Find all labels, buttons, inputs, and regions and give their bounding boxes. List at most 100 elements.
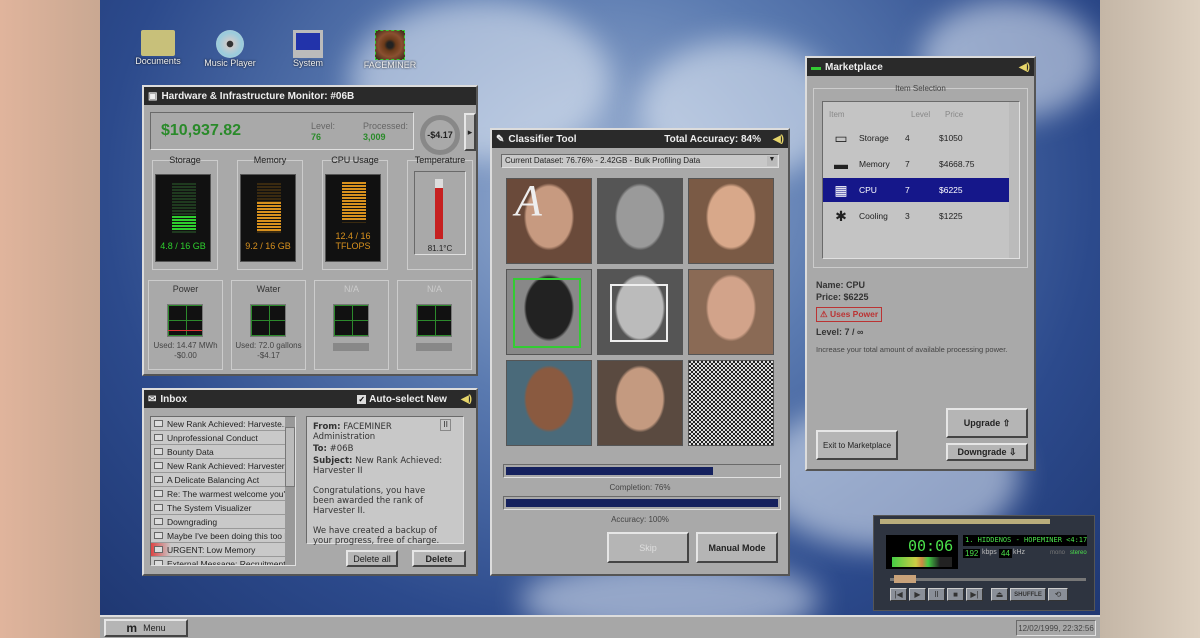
desktop-icon-faceminer[interactable]: FACEMINER	[362, 30, 418, 70]
face-image[interactable]	[597, 178, 683, 264]
face-image[interactable]	[506, 269, 592, 355]
face-image[interactable]	[506, 360, 592, 446]
usage-graph	[250, 304, 286, 337]
previous-icon[interactable]: |◀	[890, 588, 907, 601]
seek-bar[interactable]	[890, 575, 1086, 583]
scrollbar[interactable]	[1009, 102, 1019, 258]
message-item[interactable]: Bounty Data	[151, 445, 295, 459]
message-item[interactable]: New Rank Achieved: Harvester I	[151, 459, 295, 473]
stop-icon[interactable]: ■	[947, 588, 964, 601]
title-bar[interactable]: ✉ Inbox ✓ Auto-select New ◀)	[144, 390, 476, 408]
desktop-icon-music-player[interactable]: Music Player	[202, 30, 258, 68]
message-item[interactable]: URGENT: Low Memory	[151, 543, 295, 557]
title-bar[interactable]: ▬ Marketplace ◀)	[807, 58, 1034, 76]
utility-panel-3: N/A	[397, 280, 472, 370]
face-image[interactable]	[597, 360, 683, 446]
inbox-window: ✉ Inbox ✓ Auto-select New ◀) New Rank Achi…	[142, 388, 478, 576]
speaker-icon[interactable]: ◀)	[461, 394, 472, 405]
next-icon[interactable]: ▶|	[966, 588, 983, 601]
ram-icon: ▬	[834, 156, 848, 172]
sample-rate: 44	[999, 549, 1012, 558]
monitor-bezel-right	[1100, 0, 1200, 638]
item-list: Item Level Price ▭ Storage 4 $1050 ▬ Memo…	[822, 101, 1020, 259]
envelope-icon	[154, 518, 163, 525]
desktop-icon-system[interactable]: System	[280, 30, 336, 68]
speaker-icon[interactable]: ◀)	[1019, 62, 1030, 73]
balance: $10,937.82	[161, 122, 242, 139]
title-bar[interactable]: ▣ Hardware & Infrastructure Monitor: #06B	[144, 87, 476, 105]
shuffle-button[interactable]: SHUFFLE	[1010, 588, 1046, 601]
marketplace-window: ▬ Marketplace ◀) Item Selection Item Level…	[805, 56, 1036, 471]
ram-icon: ▬	[811, 61, 821, 73]
market-item-memory[interactable]: ▬ Memory 7 $4668.75	[823, 152, 1011, 176]
level-label: Level:	[311, 121, 336, 131]
delete-all-button[interactable]: Delete all	[346, 550, 398, 567]
taskbar: m Menu 12/02/1999, 22:32:56	[100, 615, 1100, 638]
market-item-cpu[interactable]: ▦ CPU 7 $6225	[823, 178, 1011, 202]
play-icon[interactable]: ▶	[909, 588, 926, 601]
delete-button[interactable]: Delete	[412, 550, 466, 567]
pause-icon[interactable]: II	[928, 588, 945, 601]
message-item[interactable]: New Rank Achieved: Harveste...	[151, 417, 295, 431]
envelope-icon	[154, 504, 163, 511]
chevron-down-icon: ▼	[767, 156, 777, 166]
message-item[interactable]: Unprofessional Conduct	[151, 431, 295, 445]
drive-icon: ▭	[834, 129, 848, 146]
message-item[interactable]: External Message: Recruitment	[151, 557, 295, 565]
message-item[interactable]: Re: The warmest welcome you'r...	[151, 487, 295, 501]
utility-panel-2: N/A	[314, 280, 389, 370]
manual-mode-button[interactable]: Manual Mode	[696, 532, 778, 563]
clock: 12/02/1999, 22:32:56	[1016, 620, 1096, 636]
total-accuracy: Total Accuracy: 84%	[664, 133, 761, 145]
eye-icon	[375, 30, 405, 60]
envelope-icon	[154, 434, 163, 441]
temperature-label: Temperature	[414, 155, 466, 165]
accuracy-label: Accuracy: 100%	[611, 515, 669, 524]
player-title-bar[interactable]	[880, 519, 1050, 524]
pause-icon[interactable]: II	[440, 419, 451, 431]
message-item[interactable]: Downgrading	[151, 515, 295, 529]
dataset-select[interactable]: Current Dataset: 76.76% - 2.42GB - Bulk …	[501, 154, 779, 168]
memory-gauge: 9.2 / 16 GB	[240, 174, 296, 262]
level-value: 76	[311, 132, 322, 142]
transport-controls: |◀ ▶ II ■ ▶| ⏏ SHUFFLE ⟲	[890, 588, 1068, 601]
message-item[interactable]: The System Visualizer	[151, 501, 295, 515]
upgrade-button[interactable]: Upgrade ⇧	[946, 408, 1028, 438]
message-item[interactable]: Maybe I've been doing this too l...	[151, 529, 295, 543]
scrollbar[interactable]	[285, 417, 295, 565]
market-item-storage[interactable]: ▭ Storage 4 $1050	[823, 126, 1011, 150]
speaker-icon[interactable]: ◀)	[773, 134, 784, 145]
uses-power-badge: ⚠ Uses Power	[816, 307, 883, 322]
eject-icon[interactable]: ⏏	[991, 588, 1008, 601]
face-image[interactable]: A	[506, 176, 592, 264]
downgrade-button[interactable]: Downgrade ⇩	[946, 443, 1028, 461]
classifier-window: ✎ Classifier Tool Total Accuracy: 84% ◀) C…	[490, 128, 790, 576]
section-label: Item Selection	[895, 84, 946, 93]
auto-select-checkbox[interactable]: ✓ Auto-select New	[357, 394, 447, 405]
gauge-fill	[342, 182, 366, 221]
start-menu-button[interactable]: m Menu	[104, 619, 188, 637]
storage-label: Storage	[169, 155, 201, 165]
skip-button[interactable]: Skip	[607, 532, 689, 563]
item-level: Level: 7 / ∞	[816, 327, 864, 337]
usage-graph	[333, 304, 369, 337]
expand-button[interactable]: ▸	[464, 113, 476, 151]
noise-image[interactable]	[688, 360, 774, 446]
title-bar[interactable]: ✎ Classifier Tool Total Accuracy: 84% ◀)	[492, 130, 788, 148]
face-image[interactable]	[688, 269, 774, 355]
exit-marketplace-button[interactable]: Exit to Marketplace	[816, 430, 898, 460]
message-item[interactable]: A Delicate Balancing Act	[151, 473, 295, 487]
repeat-icon[interactable]: ⟲	[1048, 588, 1068, 601]
market-item-cooling[interactable]: ✱ Cooling 3 $1225	[823, 204, 1011, 228]
message-reader: From: FACEMINER Administration To: #06B …	[306, 416, 464, 546]
item-description: Increase your total amount of available …	[816, 345, 1008, 354]
computer-icon	[293, 30, 323, 58]
envelope-icon	[154, 560, 163, 565]
mail-icon: ✉	[148, 393, 157, 405]
hardware-monitor-window: ▣ Hardware & Infrastructure Monitor: #06B…	[142, 85, 478, 376]
completion-bar	[503, 464, 781, 478]
face-image[interactable]	[597, 269, 683, 355]
desktop-icon-documents[interactable]: Documents	[130, 30, 186, 66]
face-image[interactable]	[688, 178, 774, 264]
utility-panel-1: Water Used: 72.0 gallons -$4.17	[231, 280, 306, 370]
